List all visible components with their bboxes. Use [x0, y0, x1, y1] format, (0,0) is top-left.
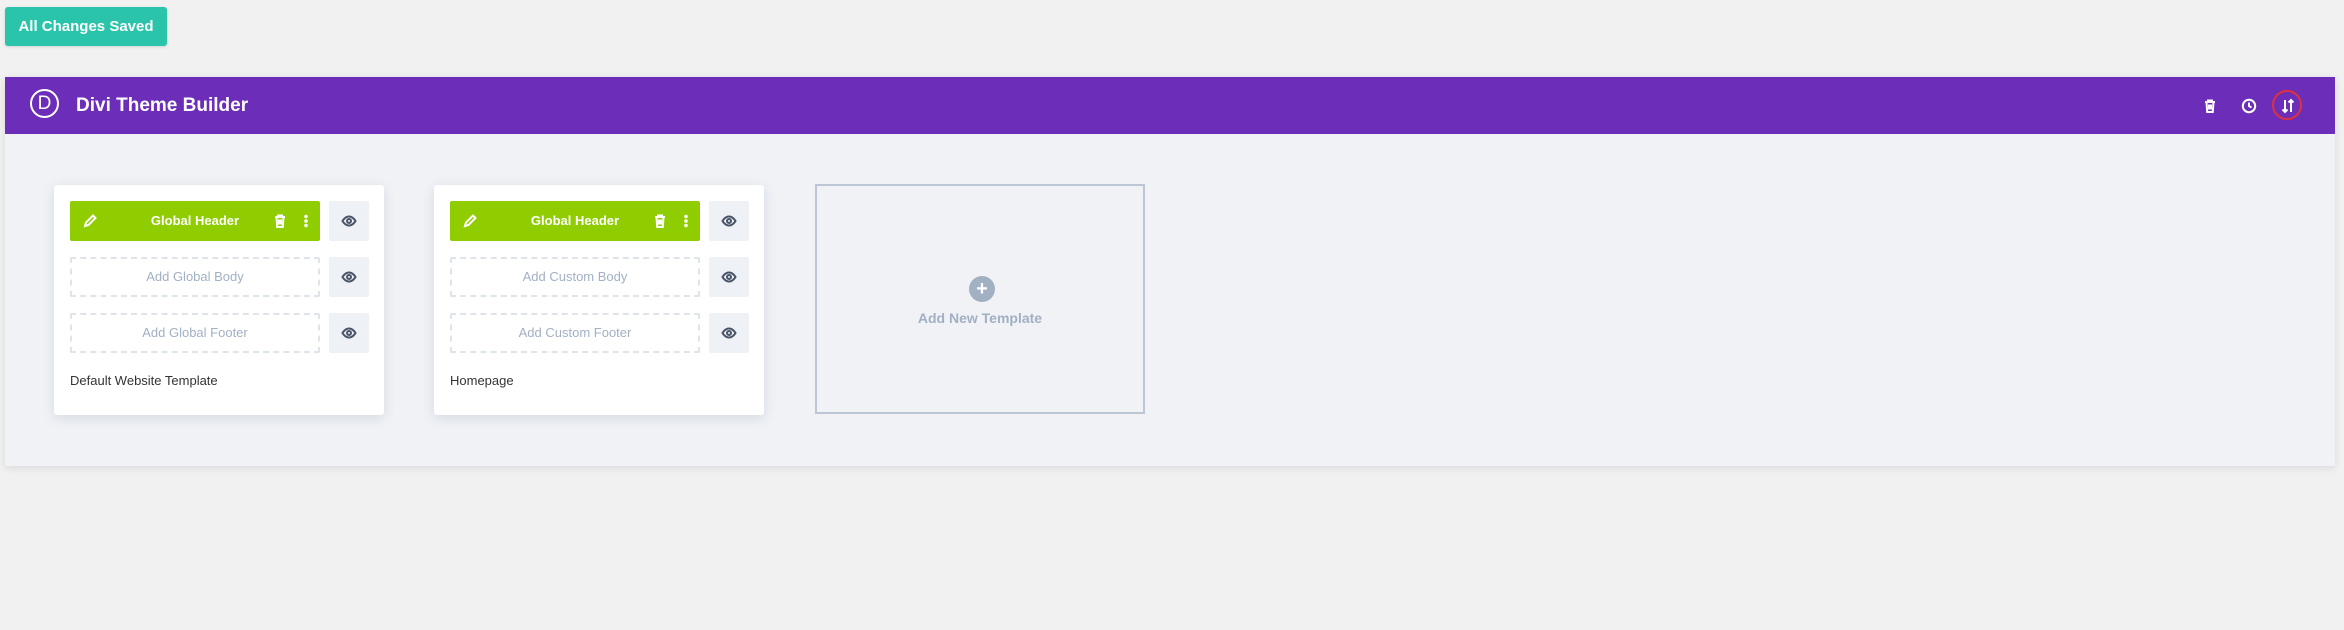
theme-builder-panel: D Divi Theme Builder Global Header Add G… — [5, 77, 2335, 466]
eye-icon[interactable] — [329, 313, 369, 353]
add-footer-button[interactable]: Add Custom Footer — [450, 313, 700, 353]
eye-icon[interactable] — [709, 313, 749, 353]
top-bar: D Divi Theme Builder — [5, 77, 2335, 134]
more-options-icon[interactable] — [678, 213, 694, 229]
trash-icon[interactable] — [652, 213, 668, 229]
add-footer-button[interactable]: Add Global Footer — [70, 313, 320, 353]
history-icon[interactable] — [2238, 95, 2260, 117]
add-new-template-button[interactable]: + Add New Template — [815, 184, 1145, 414]
eye-icon[interactable] — [329, 257, 369, 297]
import-export-icon[interactable] — [2272, 90, 2302, 120]
template-name: Homepage — [450, 373, 514, 388]
eye-icon[interactable] — [709, 257, 749, 297]
template-name: Default Website Template — [70, 373, 218, 388]
app-title: Divi Theme Builder — [76, 95, 249, 116]
eye-icon[interactable] — [329, 201, 369, 241]
global-header-row[interactable]: Global Header — [450, 201, 700, 241]
add-body-button[interactable]: Add Custom Body — [450, 257, 700, 297]
add-new-template-label: Add New Template — [917, 310, 1043, 326]
add-body-button[interactable]: Add Global Body — [70, 257, 320, 297]
more-options-icon[interactable] — [298, 213, 314, 229]
divi-logo: D — [30, 89, 59, 118]
plus-icon: + — [969, 276, 995, 302]
global-header-row[interactable]: Global Header — [70, 201, 320, 241]
trash-icon[interactable] — [2199, 95, 2221, 117]
save-status-button[interactable]: All Changes Saved — [5, 7, 167, 46]
template-card-default: Global Header Add Global Body Add Global… — [54, 185, 384, 415]
eye-icon[interactable] — [709, 201, 749, 241]
trash-icon[interactable] — [272, 213, 288, 229]
template-card-homepage: Global Header Add Custom Body Add Custom… — [434, 185, 764, 415]
